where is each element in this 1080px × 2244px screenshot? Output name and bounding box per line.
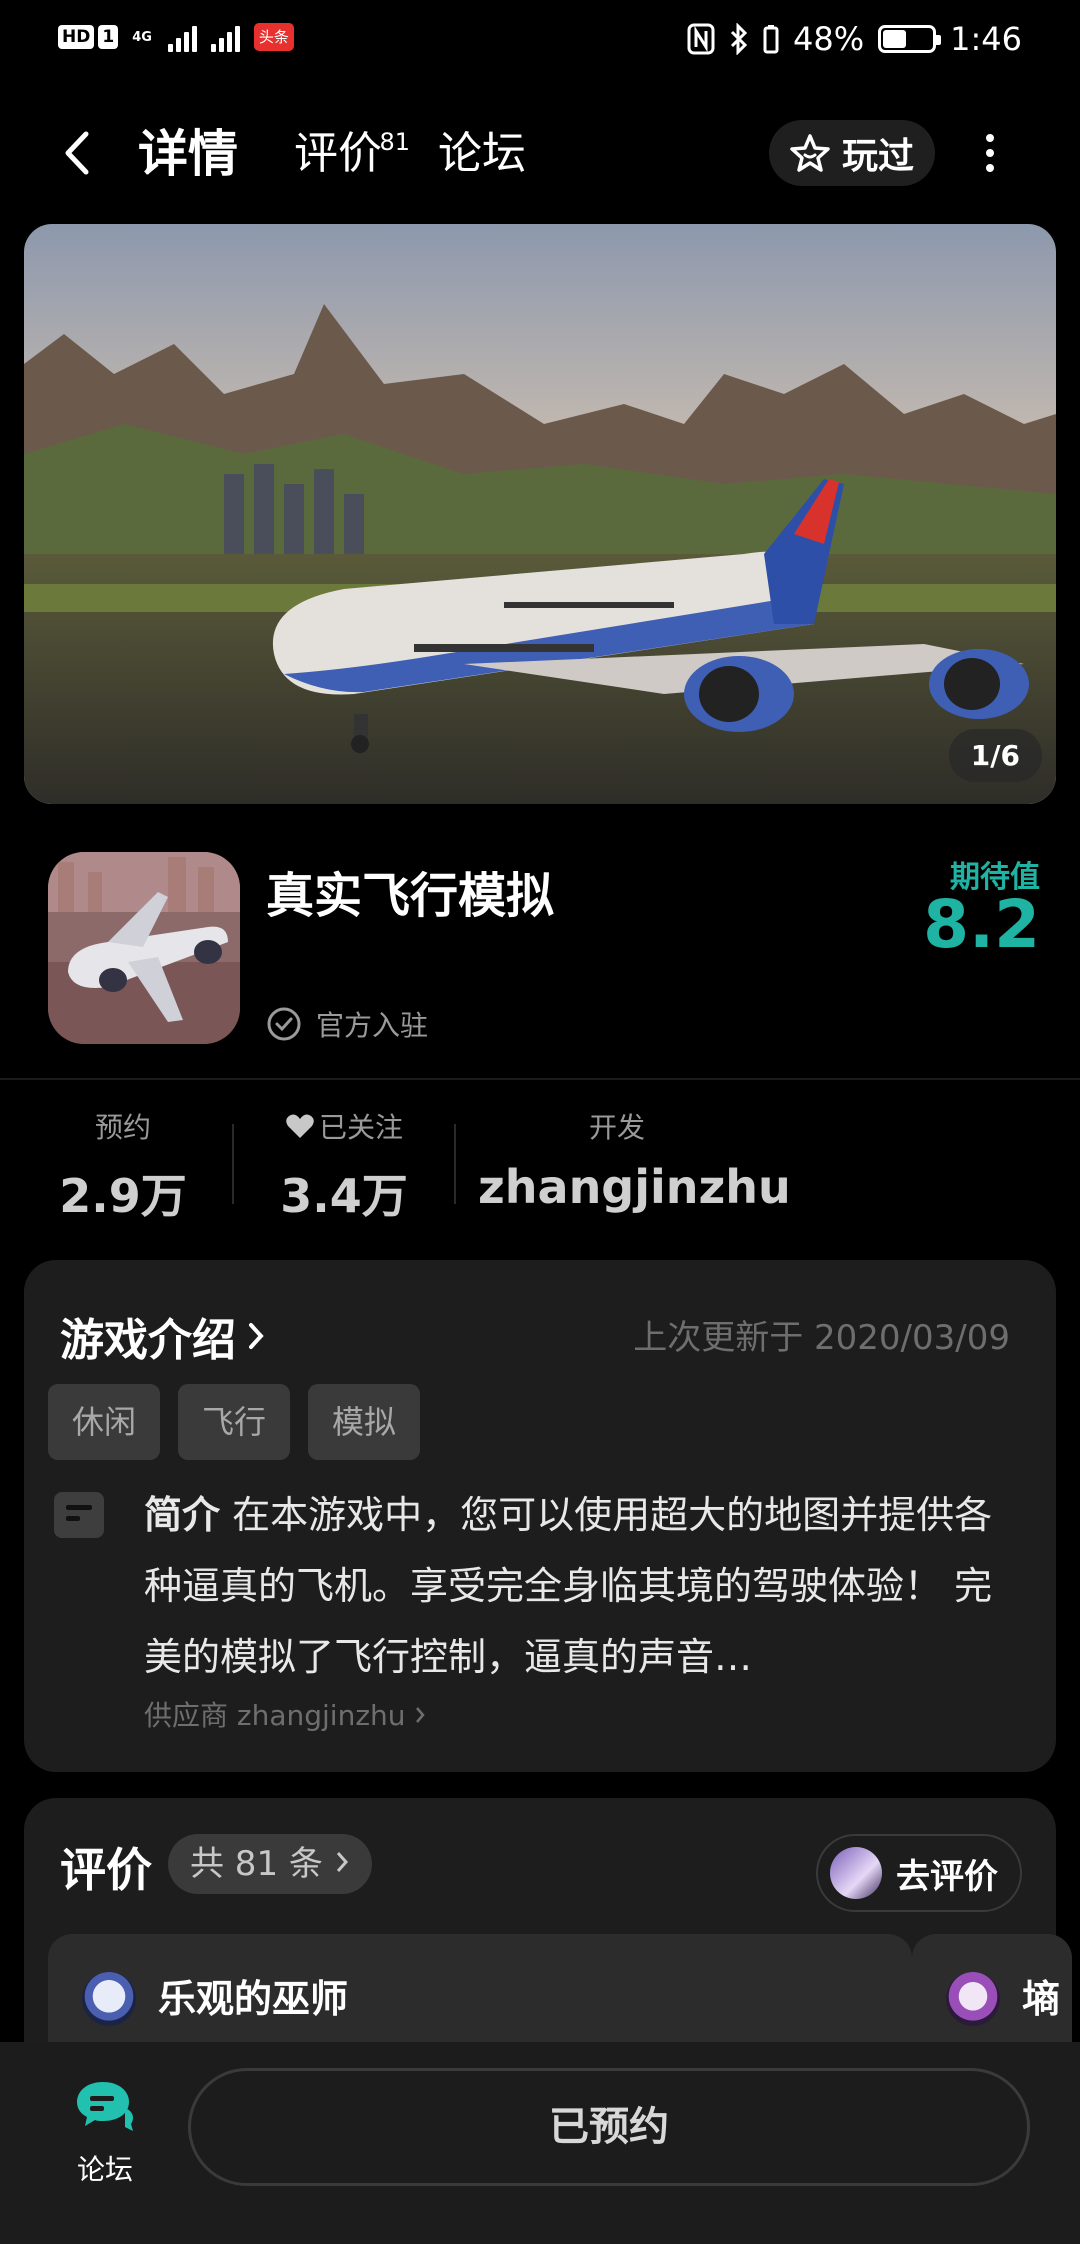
hd-badge: HD xyxy=(58,25,95,49)
chevron-right-icon xyxy=(249,1323,264,1349)
stat-developer[interactable]: 开发 zhangjinzhu xyxy=(478,1106,791,1214)
expectation-value: 8.2 xyxy=(923,886,1040,963)
tab-reviews[interactable]: 评价 81 xyxy=(294,126,410,182)
banner-page-indicator: 1/6 xyxy=(948,729,1042,782)
stat-separator xyxy=(232,1124,234,1204)
reviewer-name: 墒 xyxy=(1022,1977,1061,2021)
forum-button[interactable]: 论坛 xyxy=(70,2078,140,2188)
reviewer-avatar xyxy=(82,1972,136,2026)
description-icon xyxy=(54,1492,104,1538)
battery-icon xyxy=(878,25,942,53)
back-arrow-icon[interactable] xyxy=(58,128,98,178)
status-left: HD 1 4G 头条 xyxy=(58,22,294,52)
summary-label: 简介 xyxy=(144,1493,221,1537)
stat-followers[interactable]: 已关注 3.4万 xyxy=(270,1106,418,1226)
played-button[interactable]: 玩过 xyxy=(769,120,935,186)
tab-forum[interactable]: 论坛 xyxy=(438,126,526,182)
vendor-link[interactable]: 供应商 zhangjinzhu xyxy=(144,1694,426,1734)
reviews-title: 评价 xyxy=(60,1843,152,1897)
app-name: 真实飞行模拟 xyxy=(266,868,555,924)
tag-list: 休闲 飞行 模拟 xyxy=(48,1384,421,1460)
status-right: 48% 1:46 xyxy=(687,20,1022,58)
summary-text: 在本游戏中，您可以使用超大的地图并提供各种逼真的飞机。享受完全身临其境的驾驶体验… xyxy=(144,1493,993,1679)
star-icon xyxy=(790,134,830,172)
tab-details[interactable]: 详情 xyxy=(134,126,242,182)
status-bar: HD 1 4G 头条 48% 1:46 xyxy=(0,0,1080,84)
reviewer-avatar xyxy=(946,1972,1000,2026)
tag-casual[interactable]: 休闲 xyxy=(48,1384,161,1460)
sim-badge: 1 xyxy=(98,25,119,49)
reviewer-name: 乐观的巫师 xyxy=(158,1977,349,2021)
top-nav: 详情 评价 81 论坛 玩过 xyxy=(0,100,1080,210)
user-avatar xyxy=(830,1847,882,1899)
forum-chat-icon xyxy=(77,2082,133,2131)
bottom-action-bar: 论坛 已预约 xyxy=(0,2042,1080,2244)
game-description[interactable]: 简介 在本游戏中，您可以使用超大的地图并提供各种逼真的飞机。享受完全身临其境的驾… xyxy=(144,1480,1024,1693)
hd-badges: HD 1 xyxy=(58,25,119,49)
game-intro-card: 游戏介绍 上次更新于 2020/03/09 休闲 飞行 模拟 简介 在本游戏中，… xyxy=(24,1260,1056,1772)
stat-separator xyxy=(454,1124,456,1204)
divider xyxy=(0,1078,1080,1080)
check-circle-icon xyxy=(267,1007,301,1041)
last-updated: 上次更新于 2020/03/09 xyxy=(633,1318,1010,1358)
app-icon-image xyxy=(48,852,240,1044)
official-badge: 官方入驻 xyxy=(266,1004,428,1044)
tag-flight[interactable]: 飞行 xyxy=(178,1384,291,1460)
chevron-right-icon xyxy=(336,1852,348,1872)
screenshot-banner[interactable]: 1/6 xyxy=(24,224,1056,804)
stat-reservations: 预约 2.9万 xyxy=(59,1111,187,1223)
battery-saver-icon xyxy=(763,25,779,54)
news-app-icon: 头条 xyxy=(253,23,294,51)
tag-simulation[interactable]: 模拟 xyxy=(308,1384,421,1460)
more-options-icon[interactable] xyxy=(980,130,1000,176)
nfc-icon xyxy=(687,23,715,55)
battery-fill xyxy=(883,30,907,48)
chevron-right-icon xyxy=(416,1707,426,1723)
app-icon[interactable] xyxy=(48,852,240,1044)
forum-label: 论坛 xyxy=(76,2153,133,2186)
signal-icon-2 xyxy=(210,22,240,52)
write-review-button[interactable]: 去评价 xyxy=(816,1834,1022,1912)
review-count-badge: 81 xyxy=(379,128,410,156)
heart-icon xyxy=(286,1114,314,1138)
battery-percent: 48% xyxy=(793,20,865,58)
game-screenshot xyxy=(24,224,1056,804)
clock: 1:46 xyxy=(950,20,1022,58)
intro-title[interactable]: 游戏介绍 xyxy=(60,1304,266,1368)
signal-icon xyxy=(167,22,197,52)
reserved-button[interactable]: 已预约 xyxy=(188,2068,1030,2186)
played-label: 玩过 xyxy=(841,136,914,177)
bluetooth-icon xyxy=(730,23,748,55)
review-count-button[interactable]: 共 81 条 xyxy=(168,1834,372,1894)
official-label: 官方入驻 xyxy=(316,1009,429,1042)
network-type: 4G xyxy=(132,29,152,45)
